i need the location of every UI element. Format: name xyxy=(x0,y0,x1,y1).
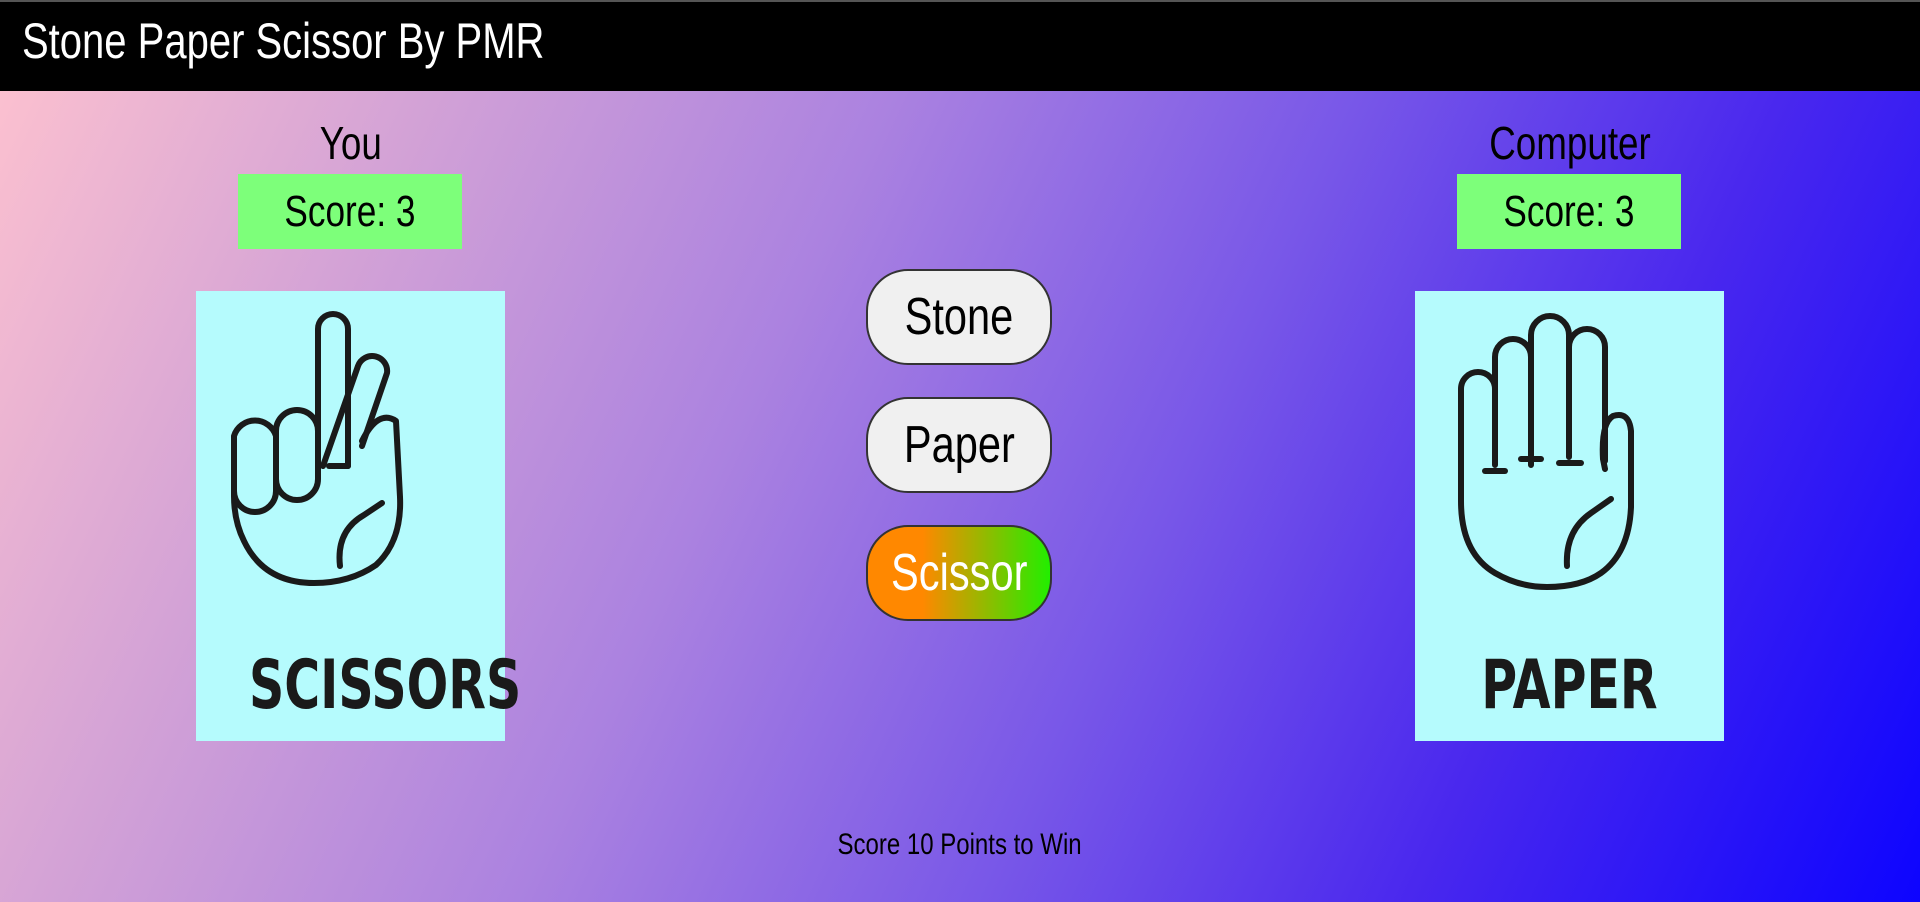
player-choice-card: SCISSORS xyxy=(196,291,522,741)
paper-button[interactable]: Paper xyxy=(866,397,1052,493)
player-label: You xyxy=(319,117,383,169)
scissor-button[interactable]: Scissor xyxy=(866,525,1052,621)
computer-choice-card: PAPER xyxy=(1415,291,1724,741)
stone-button[interactable]: Stone xyxy=(866,269,1052,365)
computer-choice-caption: PAPER xyxy=(1481,646,1658,725)
computer-label: Computer xyxy=(1489,117,1651,169)
player-choice-caption: SCISSORS xyxy=(248,646,522,725)
computer-score: Score: 3 xyxy=(1457,174,1681,249)
app-title: Stone Paper Scissor By PMR xyxy=(22,13,545,69)
win-condition-text: Score 10 Points to Win xyxy=(837,828,1083,861)
top-bar: Stone Paper Scissor By PMR xyxy=(0,0,1920,91)
player-score: Score: 3 xyxy=(238,174,462,249)
